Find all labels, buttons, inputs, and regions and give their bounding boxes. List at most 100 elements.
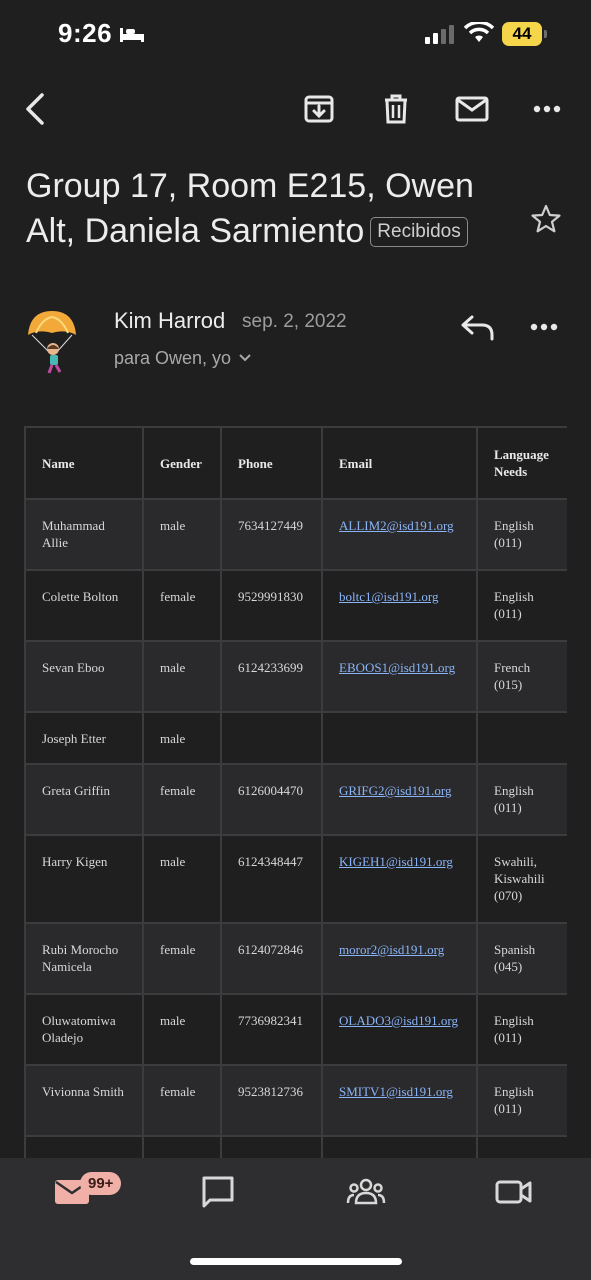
table-cell: English (011) [476, 1064, 567, 1137]
table-header-row: Name Gender Phone Email Language Needs [24, 426, 567, 500]
table-cell: Thaok2@isd191.org [321, 1135, 478, 1158]
message-toolbar [0, 84, 591, 134]
battery-tip [544, 30, 547, 38]
table-cell: Muhammad Allie [24, 498, 144, 571]
table-cell: French (015) [476, 640, 567, 713]
table-cell: 9523812736 [220, 1064, 323, 1137]
table-row: Joseph Etter male [24, 711, 567, 765]
table-cell: Spanish (045) [476, 922, 567, 995]
chat-tab-icon[interactable] [198, 1172, 238, 1212]
table-cell: male [142, 834, 222, 924]
email-link[interactable]: SMITV1@isd191.org [339, 1084, 453, 1099]
email-link[interactable]: OLADO3@isd191.org [339, 1013, 458, 1028]
status-time: 9:26 [58, 18, 113, 48]
status-bar: 9:26 44 [0, 0, 591, 70]
table-row: Vivionna Smith female 9523812736 SMITV1@isd… [24, 1064, 567, 1137]
column-header: Name [24, 426, 144, 500]
table-cell: Swahili, Kiswahili (070) [476, 834, 567, 924]
table-row: Sevan Eboo male 6124233699 EBOOS1@isd191.or… [24, 640, 567, 713]
wifi-icon [463, 20, 495, 49]
spaces-tab-icon[interactable] [346, 1172, 386, 1212]
table-cell: male [142, 711, 222, 765]
column-header: Phone [220, 426, 323, 500]
recipients[interactable]: para Owen, yo [114, 346, 251, 369]
roster-table-container: Name Gender Phone Email Language Needs M… [24, 426, 567, 1158]
table-cell: 6124233699 [220, 640, 323, 713]
table-cell: 9529991830 [220, 569, 323, 642]
roster-table: Name Gender Phone Email Language Needs M… [24, 426, 567, 1158]
table-cell: OLADO3@isd191.org [321, 993, 478, 1066]
email-date: sep. 2, 2022 [242, 311, 347, 332]
sleep-focus-icon [118, 26, 146, 49]
chevron-down-icon [239, 346, 251, 367]
table-cell: moror2@isd191.org [321, 922, 478, 995]
battery-indicator: 44 [502, 22, 542, 46]
table-cell: SMITV1@isd191.org [321, 1064, 478, 1137]
sender-name[interactable]: Kim Harrod [114, 308, 225, 334]
email-link[interactable]: ALLIM2@isd191.org [339, 518, 454, 533]
table-cell: male [142, 498, 222, 571]
table-cell: EBOOS1@isd191.org [321, 640, 478, 713]
table-cell [321, 711, 478, 765]
table-cell: Sevan Eboo [24, 640, 144, 713]
email-link[interactable]: EBOOS1@isd191.org [339, 660, 455, 675]
table-cell: GRIFG2@isd191.org [321, 763, 478, 836]
column-header: Gender [142, 426, 222, 500]
table-row: Muhammad Allie male 7634127449 ALLIM2@isd19… [24, 498, 567, 571]
table-cell: Vivionna Smith [24, 1064, 144, 1137]
email-link[interactable]: boltc1@isd191.org [339, 589, 438, 604]
table-cell: Colette Bolton [24, 569, 144, 642]
trash-icon[interactable] [379, 92, 413, 126]
recipients-text: para Owen, yo [114, 348, 232, 368]
table-cell: male [142, 640, 222, 713]
table-cell: English (011) [476, 993, 567, 1066]
star-icon[interactable] [530, 203, 562, 240]
table-cell: Greta Griffin [24, 763, 144, 836]
table-cell: female [142, 763, 222, 836]
email-link[interactable]: moror2@isd191.org [339, 942, 444, 957]
table-cell [476, 711, 567, 765]
table-cell: Harry Kigen [24, 834, 144, 924]
email-link[interactable]: KIGEH1@isd191.org [339, 854, 453, 869]
more-icon[interactable] [530, 92, 564, 126]
inbox-label-chip[interactable]: Recibidos [370, 217, 468, 247]
email-subject: Group 17, Room E215, Owen Alt, Daniela S… [26, 164, 506, 254]
table-cell: Oluwatomiwa Oladejo [24, 993, 144, 1066]
table-cell: male [142, 1135, 222, 1158]
table-cell: English (011) [476, 763, 567, 836]
cellular-signal-icon [425, 24, 455, 49]
reply-icon[interactable] [460, 313, 496, 348]
table-cell: Joseph Etter [24, 711, 144, 765]
archive-icon[interactable] [302, 92, 336, 126]
unread-badge: 99+ [80, 1172, 122, 1195]
table-row: Oluwatomiwa Oladejo male 7736982341 OLADO3@… [24, 993, 567, 1066]
email-link[interactable]: GRIFG2@isd191.org [339, 783, 452, 798]
mail-icon[interactable] [454, 92, 490, 126]
table-cell: female [142, 922, 222, 995]
table-cell: Kaylene Thao [24, 1135, 144, 1158]
table-cell: Rubi Morocho Namicela [24, 922, 144, 995]
table-cell: male [142, 993, 222, 1066]
table-cell: 6126004470 [220, 763, 323, 836]
table-row: Colette Bolton female 9529991830 boltc1@isd… [24, 569, 567, 642]
table-cell: 6129008851 [220, 1135, 323, 1158]
column-header: Email [321, 426, 478, 500]
table-cell: 7736982341 [220, 993, 323, 1066]
table-cell: 6124348447 [220, 834, 323, 924]
table-cell: 7634127449 [220, 498, 323, 571]
sender-avatar[interactable] [22, 305, 82, 375]
table-cell: English [476, 1135, 567, 1158]
meet-tab-icon[interactable] [494, 1172, 534, 1212]
table-cell [220, 711, 323, 765]
column-header: Language Needs [476, 426, 567, 500]
table-cell: 6124072846 [220, 922, 323, 995]
table-row: Harry Kigen male 6124348447 KIGEH1@isd191.o… [24, 834, 567, 924]
table-cell: English (011) [476, 498, 567, 571]
table-cell: KIGEH1@isd191.org [321, 834, 478, 924]
message-more-icon[interactable] [530, 318, 558, 336]
table-row: Kaylene Thaomale6129008851Thaok2@isd191.… [24, 1135, 567, 1158]
table-cell: female [142, 569, 222, 642]
table-cell: English (011) [476, 569, 567, 642]
back-arrow-icon[interactable] [18, 92, 52, 126]
home-indicator[interactable] [190, 1258, 402, 1265]
